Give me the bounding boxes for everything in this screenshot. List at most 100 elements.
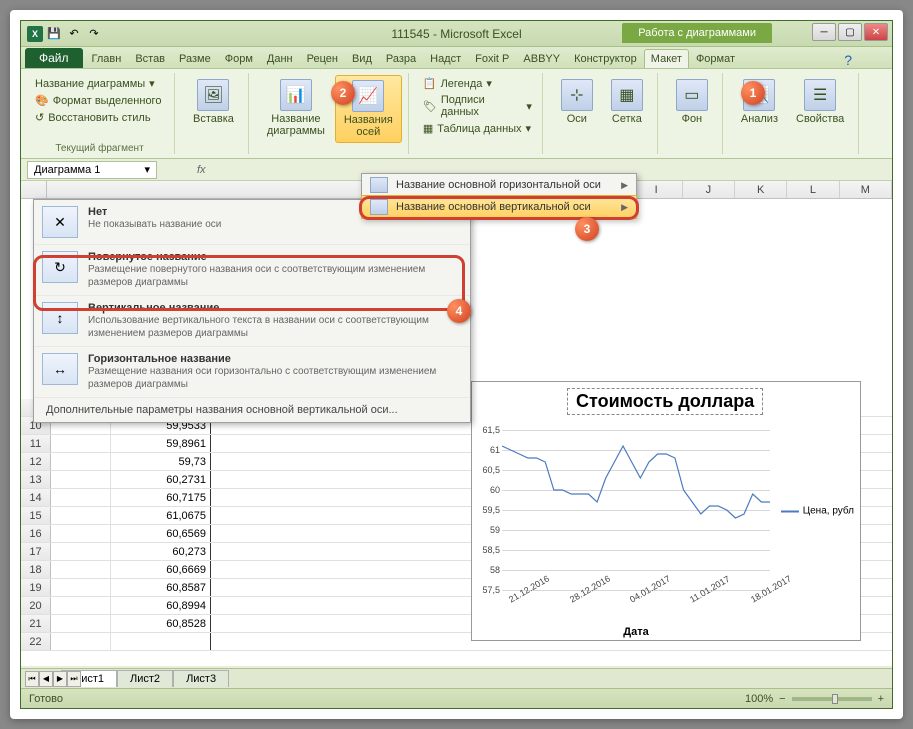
row-header[interactable]: 13 [21, 471, 51, 488]
sheet-tab-2[interactable]: Лист2 [117, 670, 173, 687]
gridlines-button[interactable]: ▦Сетка [603, 75, 651, 129]
cell[interactable] [51, 561, 111, 578]
row-header[interactable]: 17 [21, 543, 51, 560]
menu-item-horizontal[interactable]: ↔ Горизонтальное название Размещение наз… [34, 347, 470, 398]
tab-insert[interactable]: Встав [128, 49, 172, 68]
tab-chart-layout[interactable]: Макет [644, 49, 689, 68]
menu-more-options[interactable]: Дополнительные параметры названия основн… [34, 398, 470, 422]
chart-title-button[interactable]: 📊 Название диаграммы [259, 75, 333, 143]
tab-developer[interactable]: Разра [379, 49, 423, 68]
group-current-fragment: Текущий фрагмент [25, 143, 174, 154]
cell[interactable]: 61,0675 [111, 507, 211, 524]
maximize-button[interactable]: ▢ [838, 23, 862, 41]
col-header-k[interactable]: K [735, 181, 787, 198]
cell[interactable]: 60,6569 [111, 525, 211, 542]
format-selection-button[interactable]: 🎨 Формат выделенного [31, 92, 168, 109]
row-header[interactable]: 15 [21, 507, 51, 524]
col-header-j[interactable]: J [683, 181, 735, 198]
row-header[interactable]: 19 [21, 579, 51, 596]
cell[interactable] [51, 615, 111, 632]
tab-addins[interactable]: Надст [423, 49, 468, 68]
zoom-out-button[interactable]: − [779, 693, 785, 705]
row-header[interactable]: 21 [21, 615, 51, 632]
data-labels-button[interactable]: 🏷 Подписи данных ▾ [419, 92, 536, 120]
tab-data[interactable]: Данн [260, 49, 300, 68]
undo-icon[interactable]: ↶ [65, 25, 83, 43]
cell[interactable] [51, 543, 111, 560]
menu-item-rotated[interactable]: ↻ Повернутое название Размещение поверну… [34, 245, 470, 296]
cell[interactable]: 60,8528 [111, 615, 211, 632]
cell[interactable] [111, 633, 211, 650]
sheet-nav-prev[interactable]: ◀ [39, 671, 53, 687]
axes-button[interactable]: ⊹Оси [553, 75, 601, 129]
close-button[interactable]: ✕ [864, 23, 888, 41]
cell[interactable]: 60,273 [111, 543, 211, 560]
row-header[interactable]: 14 [21, 489, 51, 506]
tab-foxit[interactable]: Foxit P [468, 49, 516, 68]
cell[interactable] [51, 507, 111, 524]
cell[interactable] [51, 453, 111, 470]
row-header[interactable]: 12 [21, 453, 51, 470]
cell[interactable]: 60,6669 [111, 561, 211, 578]
select-all-corner[interactable] [21, 181, 47, 198]
data-table-button[interactable]: ▦ Таблица данных ▾ [419, 120, 536, 137]
cell[interactable] [51, 525, 111, 542]
col-header-i[interactable]: I [630, 181, 682, 198]
horizontal-axis-title-item[interactable]: Название основной горизонтальной оси ▶ [362, 174, 636, 196]
row-header[interactable]: 20 [21, 597, 51, 614]
reset-style-button[interactable]: ↺ Восстановить стиль [31, 109, 168, 126]
redo-icon[interactable]: ↷ [85, 25, 103, 43]
cell[interactable]: 60,2731 [111, 471, 211, 488]
cell[interactable] [51, 597, 111, 614]
step-badge-4: 4 [447, 299, 471, 323]
tab-design[interactable]: Конструктор [567, 49, 644, 68]
tab-format[interactable]: Формат [689, 49, 742, 68]
tab-layout[interactable]: Разме [172, 49, 218, 68]
col-header-l[interactable]: L [787, 181, 839, 198]
legend-button[interactable]: 📋 Легенда ▾ [419, 75, 536, 92]
tab-review[interactable]: Рецен [300, 49, 345, 68]
row-header[interactable]: 16 [21, 525, 51, 542]
properties-button[interactable]: ☰Свойства [788, 75, 852, 129]
insert-button[interactable]: 🖼 Вставка [185, 75, 242, 129]
chart-legend[interactable]: Цена, рубл [781, 506, 854, 517]
sheet-nav-next[interactable]: ▶ [53, 671, 67, 687]
cell[interactable] [51, 435, 111, 452]
cell[interactable]: 59,73 [111, 453, 211, 470]
zoom-slider[interactable] [792, 697, 872, 701]
sheet-nav-last[interactable]: ⏭ [67, 671, 81, 687]
embedded-chart[interactable]: Стоимость доллара 57,55858,55959,56060,5… [471, 381, 861, 641]
col-header-m[interactable]: M [840, 181, 892, 198]
sheet-tab-3[interactable]: Лист3 [173, 670, 229, 687]
cell[interactable] [51, 471, 111, 488]
cell[interactable]: 59,8961 [111, 435, 211, 452]
chart-title-icon: 📊 [280, 79, 312, 111]
row-header[interactable]: 22 [21, 633, 51, 650]
minimize-button[interactable]: ─ [812, 23, 836, 41]
tab-view[interactable]: Вид [345, 49, 379, 68]
chart-title[interactable]: Стоимость доллара [567, 388, 763, 415]
help-icon[interactable]: ? [844, 52, 852, 68]
cell[interactable]: 60,8587 [111, 579, 211, 596]
tab-formulas[interactable]: Форм [218, 49, 260, 68]
zoom-in-button[interactable]: + [878, 693, 884, 705]
vertical-axis-title-item[interactable]: Название основной вертикальной оси ▶ [361, 195, 637, 219]
file-tab[interactable]: Файл [25, 48, 83, 68]
row-header[interactable]: 18 [21, 561, 51, 578]
name-box[interactable]: Диаграмма 1▾ [27, 161, 157, 179]
row-header[interactable]: 11 [21, 435, 51, 452]
chart-element-selector[interactable]: Название диаграммы ▾ [31, 75, 168, 92]
menu-item-vertical[interactable]: ↕ Вертикальное название Использование ве… [34, 296, 470, 347]
save-icon[interactable]: 💾 [45, 25, 63, 43]
cell[interactable]: 60,8994 [111, 597, 211, 614]
cell[interactable] [51, 579, 111, 596]
background-button[interactable]: ▭Фон [668, 75, 716, 129]
tab-home[interactable]: Главн [85, 49, 129, 68]
sheet-nav-first[interactable]: ⏮ [25, 671, 39, 687]
tab-abbyy[interactable]: ABBYY [516, 49, 567, 68]
cell[interactable] [51, 633, 111, 650]
chart-plot-area[interactable]: 57,55858,55959,56060,56161,5 21.12.20162… [502, 430, 770, 590]
zoom-level[interactable]: 100% [745, 693, 773, 705]
cell[interactable] [51, 489, 111, 506]
cell[interactable]: 60,7175 [111, 489, 211, 506]
